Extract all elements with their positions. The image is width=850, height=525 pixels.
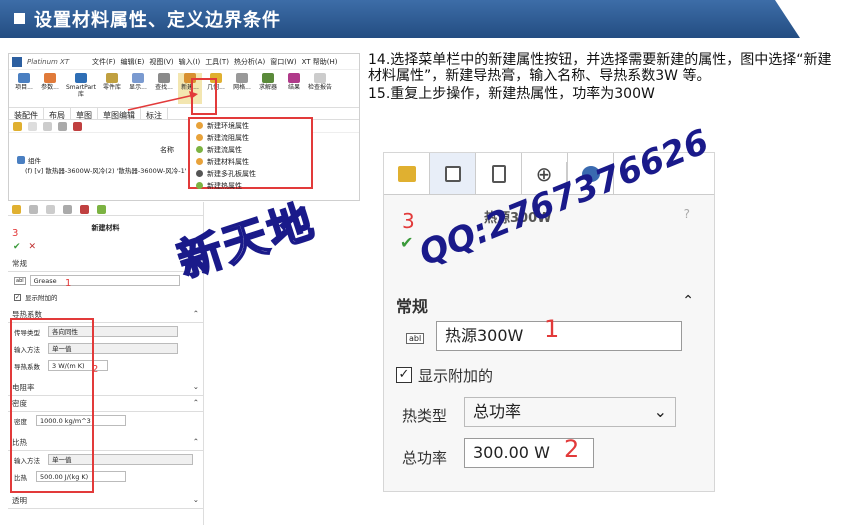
collapse-icon[interactable]: ⌃: [682, 293, 694, 309]
heat-type-select[interactable]: 总功率 ⌄: [464, 397, 676, 427]
cancel-icon[interactable]: ✕: [29, 242, 37, 252]
marker-1: 1: [65, 278, 72, 289]
text-field-icon: abl: [406, 333, 425, 344]
name-input[interactable]: Grease: [29, 275, 180, 286]
config-tab-icon: [491, 164, 506, 183]
show-additional-label: 显示附加的: [25, 294, 58, 302]
target-tab-icon[interactable]: [63, 205, 72, 214]
menu-new-material[interactable]: 新建材料属性: [190, 156, 311, 167]
step-number: 3: [12, 228, 19, 239]
tree-tab-icon[interactable]: [12, 205, 21, 214]
flow-resistance-icon: [196, 134, 203, 141]
section-general[interactable]: 常规 ⌃: [8, 256, 203, 272]
show-additional-checkbox[interactable]: ✓: [14, 293, 21, 301]
menu-new-flow-resistance[interactable]: 新建流阻属性: [190, 132, 311, 143]
fields-highlight: [10, 318, 94, 493]
flow-icon: [196, 146, 203, 153]
thermal-icon: [196, 182, 203, 189]
section-transparency[interactable]: 透明 ⌄: [8, 493, 203, 509]
config-tab[interactable]: [476, 153, 522, 194]
marker-2: 2: [564, 435, 580, 463]
menu-new-environment[interactable]: 新建环境属性: [190, 120, 311, 131]
new-button-highlight: [191, 78, 217, 115]
marker-2: 2: [92, 364, 99, 375]
menu-new-perforated-plate[interactable]: 新建多孔板属性: [190, 168, 311, 179]
config-tab-icon[interactable]: [46, 205, 55, 214]
instructions: 14.选择菜单栏中的新建属性按钮，并选择需要新建的属性，图中选择“新建材料属性”…: [368, 52, 838, 102]
ok-icon[interactable]: ✔: [13, 242, 21, 252]
environment-icon: [196, 122, 203, 129]
ok-icon[interactable]: ✔: [400, 233, 413, 252]
display-tab-icon[interactable]: [80, 205, 89, 214]
menu-new-flow[interactable]: 新建流属性: [190, 144, 311, 155]
tree-tab[interactable]: [384, 153, 430, 194]
total-power-label: 总功率: [402, 449, 448, 467]
appearance-tab-icon[interactable]: [97, 205, 106, 214]
list-tab[interactable]: [430, 153, 476, 194]
step-number: 3: [402, 209, 415, 233]
material-icon: [196, 158, 203, 165]
list-tab-icon[interactable]: [29, 205, 38, 214]
new-property-dropdown: 新建环境属性 新建流阻属性 新建流属性 新建材料属性 新建多孔板属性 新建热属性: [188, 117, 313, 190]
instruction-step-14: 14.选择菜单栏中的新建属性按钮，并选择需要新建的属性，图中选择“新建材料属性”…: [368, 52, 832, 84]
chevron-down-icon: ⌄: [653, 402, 667, 421]
instruction-step-15: 15.重复上步操作，新建热属性，功率为300W: [368, 86, 655, 102]
show-additional-checkbox[interactable]: ✓: [396, 367, 412, 383]
perforated-plate-icon: [196, 170, 203, 177]
marker-1: 1: [544, 315, 560, 343]
show-additional-label: 显示附加的: [418, 367, 494, 385]
section-general[interactable]: 常规: [396, 293, 428, 317]
help-icon[interactable]: ?: [684, 207, 690, 221]
tree-tab-icon: [397, 165, 416, 182]
text-field-icon: abl: [14, 276, 26, 285]
heat-type-label: 热类型: [402, 407, 448, 425]
list-tab-icon: [444, 165, 461, 182]
